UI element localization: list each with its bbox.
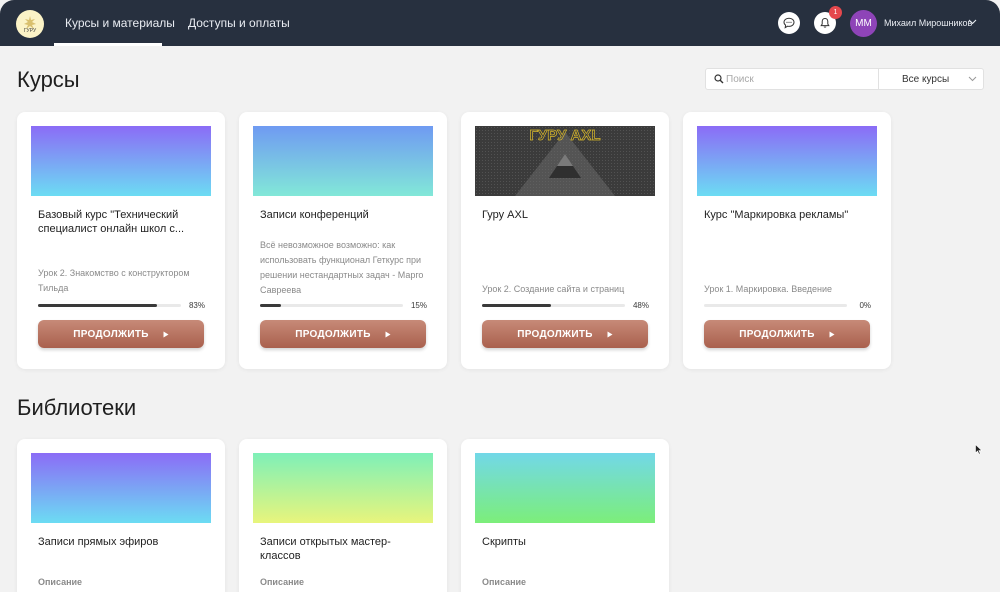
mouse-cursor-icon xyxy=(975,444,983,455)
course-cover-image: ГУРУ AXL xyxy=(475,126,655,196)
continue-button[interactable]: ПРОДОЛЖИТЬ xyxy=(482,320,648,348)
course-card[interactable]: Курс "Маркировка рекламы" Урок 1. Маркир… xyxy=(683,112,891,369)
library-title[interactable]: Скрипты xyxy=(482,535,652,549)
cover-logo-text: ГУРУ AXL xyxy=(529,127,600,144)
play-arrow-icon xyxy=(607,331,613,337)
chat-button[interactable] xyxy=(778,12,800,34)
course-title[interactable]: Курс "Маркировка рекламы" xyxy=(704,208,874,222)
guru-axl-cover-art: ГУРУ AXL xyxy=(475,126,655,196)
notifications-count-badge: 1 xyxy=(829,6,842,19)
play-arrow-icon xyxy=(385,331,391,337)
courses-section-title: Курсы xyxy=(17,67,80,92)
course-search[interactable] xyxy=(705,68,879,90)
course-current-lesson[interactable]: Урок 2. Создание сайта и страниц xyxy=(482,282,654,297)
search-icon xyxy=(714,74,724,84)
library-card[interactable]: Записи открытых мастер-классов Описание xyxy=(239,439,447,592)
logo-emblem-icon: ГУРУ xyxy=(18,12,42,36)
course-progress-percent: 83% xyxy=(188,301,205,310)
course-progress-bar xyxy=(260,304,403,307)
library-card[interactable]: Записи прямых эфиров Описание xyxy=(17,439,225,592)
course-title[interactable]: Гуру AXL xyxy=(482,208,652,222)
search-input[interactable] xyxy=(726,71,876,87)
play-arrow-icon xyxy=(829,331,835,337)
course-cover-image xyxy=(697,126,877,196)
course-cover-image xyxy=(253,126,433,196)
user-avatar[interactable]: ММ xyxy=(850,10,877,37)
continue-button[interactable]: ПРОДОЛЖИТЬ xyxy=(38,320,204,348)
continue-button[interactable]: ПРОДОЛЖИТЬ xyxy=(260,320,426,348)
continue-button-label: ПРОДОЛЖИТЬ xyxy=(295,328,371,340)
chevron-down-icon[interactable] xyxy=(968,19,977,25)
library-title[interactable]: Записи прямых эфиров xyxy=(38,535,208,549)
library-cover-image xyxy=(253,453,433,523)
course-progress-bar xyxy=(482,304,625,307)
bell-icon xyxy=(820,17,830,28)
progress-fill xyxy=(38,304,157,307)
course-title[interactable]: Базовый курс "Технический специалист онл… xyxy=(38,208,208,236)
chat-bubble-icon xyxy=(783,17,795,29)
chevron-down-icon xyxy=(968,76,977,82)
logo-text: ГУРУ xyxy=(24,28,37,34)
progress-fill xyxy=(482,304,551,307)
course-progress-percent: 0% xyxy=(859,301,871,310)
library-description-label: Описание xyxy=(482,577,527,587)
course-progress-percent: 48% xyxy=(632,301,649,310)
nav-access-payments[interactable]: Доступы и оплаты xyxy=(188,16,290,30)
continue-button-label: ПРОДОЛЖИТЬ xyxy=(517,328,593,340)
course-filter-value: Все курсы xyxy=(902,74,950,85)
course-card[interactable]: Базовый курс "Технический специалист онл… xyxy=(17,112,225,369)
course-cover-image xyxy=(31,126,211,196)
course-current-lesson[interactable]: Урок 2. Знакомство с конструктором Тильд… xyxy=(38,266,210,296)
course-current-lesson[interactable]: Урок 1. Маркировка. Введение xyxy=(704,282,876,297)
top-bar: ГУРУ Курсы и материалы Доступы и оплаты … xyxy=(0,0,1000,46)
library-title[interactable]: Записи открытых мастер-классов xyxy=(260,535,430,563)
continue-button-label: ПРОДОЛЖИТЬ xyxy=(73,328,149,340)
play-arrow-icon xyxy=(163,331,169,337)
library-cover-image xyxy=(475,453,655,523)
nav-courses-materials[interactable]: Курсы и материалы xyxy=(65,16,175,30)
continue-button[interactable]: ПРОДОЛЖИТЬ xyxy=(704,320,870,348)
user-name[interactable]: Михаил Мирошников xyxy=(884,18,972,28)
course-title[interactable]: Записи конференций xyxy=(260,208,430,222)
course-card[interactable]: ГУРУ AXL Гуру AXL Урок 2. Создание сайта… xyxy=(461,112,669,369)
progress-fill xyxy=(260,304,282,307)
continue-button-label: ПРОДОЛЖИТЬ xyxy=(739,328,815,340)
course-filter-select[interactable]: Все курсы xyxy=(878,68,984,90)
library-description-label: Описание xyxy=(38,577,83,587)
library-description-label: Описание xyxy=(260,577,305,587)
library-card[interactable]: Скрипты Описание xyxy=(461,439,669,592)
course-card[interactable]: Записи конференций Всё невозможное возмо… xyxy=(239,112,447,369)
app-frame: ГУРУ Курсы и материалы Доступы и оплаты … xyxy=(0,0,1000,592)
course-progress-bar xyxy=(704,304,847,307)
libraries-section-title: Библиотеки xyxy=(17,395,137,420)
course-progress-bar xyxy=(38,304,181,307)
course-progress-percent: 15% xyxy=(410,301,427,310)
nav-active-indicator xyxy=(54,43,162,46)
school-logo[interactable]: ГУРУ xyxy=(16,10,44,38)
library-cover-image xyxy=(31,453,211,523)
course-description: Всё невозможное возможно: как использова… xyxy=(260,240,424,295)
